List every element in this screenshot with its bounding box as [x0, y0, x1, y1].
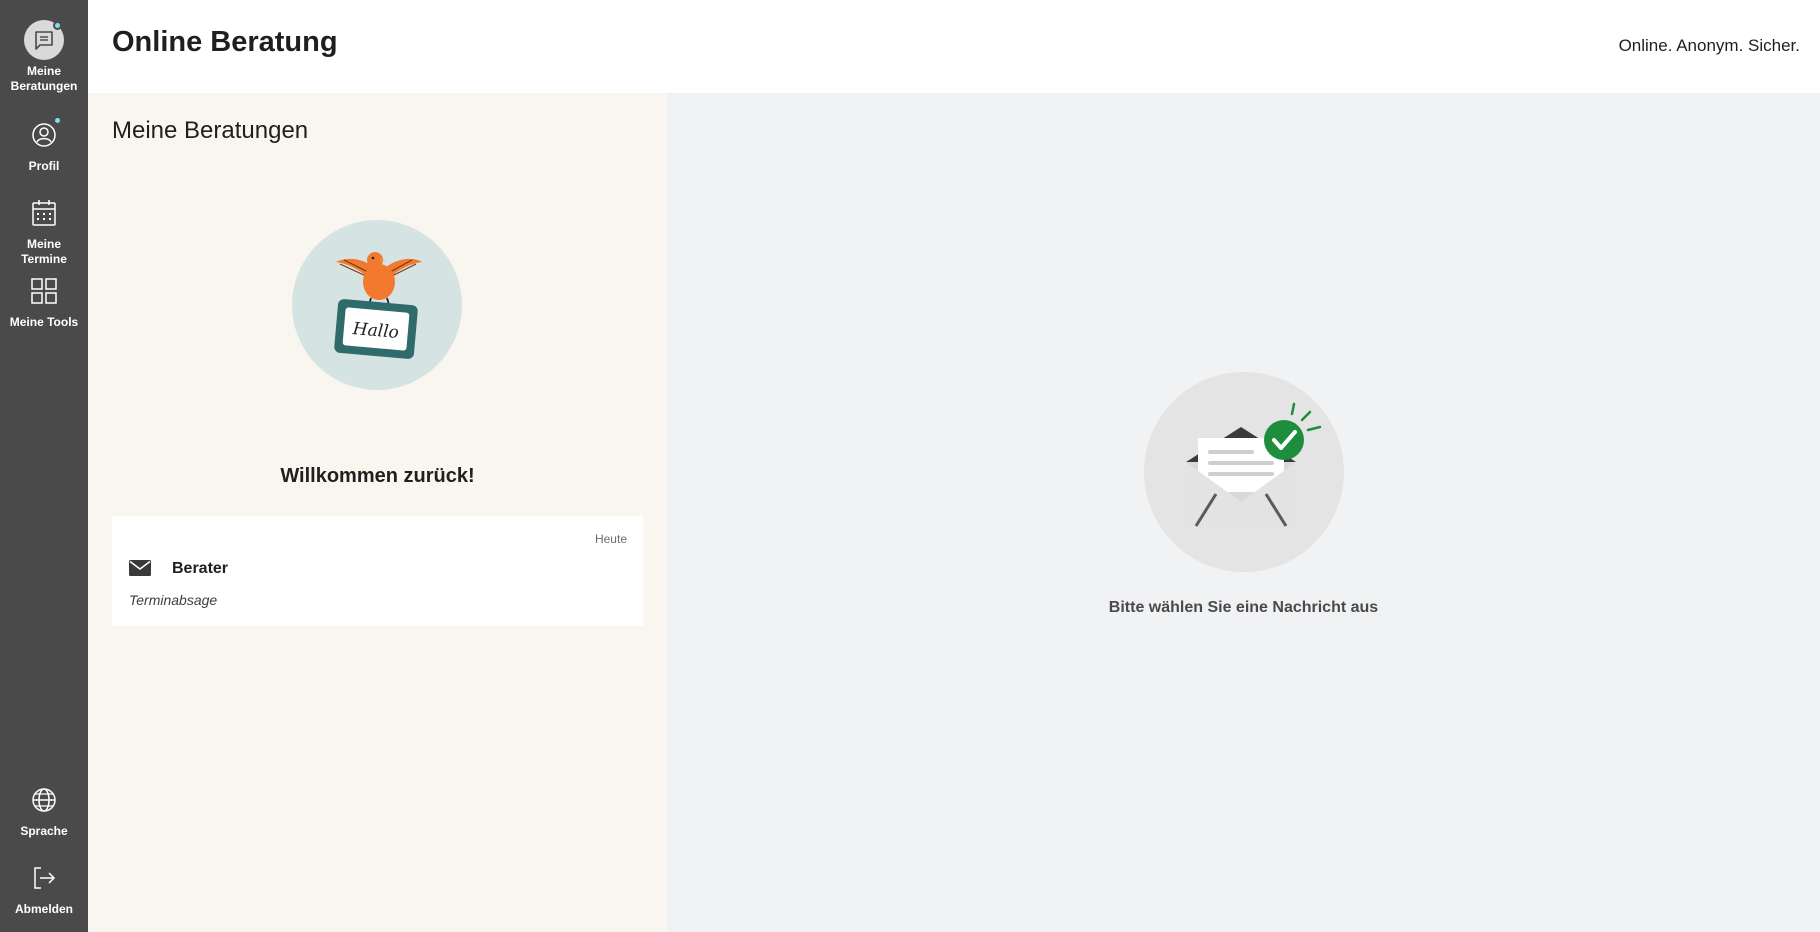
message-detail-panel: Bitte wählen Sie eine Nachricht aus	[667, 93, 1820, 932]
header: Online Beratung Online. Anonym. Sicher.	[88, 0, 1820, 93]
sidebar-item-label: Meine Termine	[21, 237, 67, 266]
sidebar-item-label: Meine Beratungen	[10, 64, 78, 93]
welcome-illustration: Hallo	[292, 220, 462, 390]
sidebar-item-profil[interactable]: Profil	[0, 115, 88, 174]
welcome-sign-text: Hallo	[351, 319, 400, 343]
session-sender: Berater	[172, 560, 229, 577]
envelope-icon	[129, 560, 151, 576]
sidebar-item-meine-tools[interactable]: Meine Tools	[0, 271, 88, 330]
sidebar: Meine Beratungen Profil Meine Termine Me…	[0, 0, 88, 932]
calendar-icon	[24, 193, 64, 233]
empty-state-illustration	[1144, 372, 1344, 572]
grid-icon	[24, 271, 64, 311]
session-date: Heute	[594, 532, 627, 546]
sidebar-item-label: Abmelden	[14, 902, 73, 916]
session-list-item[interactable]: Heute Berater Terminabsage	[112, 516, 643, 626]
sidebar-item-sprache[interactable]: Sprache	[0, 780, 88, 839]
page-title: Meine Beratungen	[112, 117, 309, 144]
header-claim: Online. Anonym. Sicher.	[1618, 36, 1800, 55]
sidebar-item-abmelden[interactable]: Abmelden	[0, 858, 88, 917]
logout-icon	[24, 858, 64, 898]
app-title: Online Beratung	[112, 26, 338, 58]
sidebar-item-meine-termine[interactable]: Meine Termine	[0, 193, 88, 267]
sidebar-item-label: Sprache	[20, 824, 68, 838]
sidebar-item-label: Profil	[28, 159, 60, 173]
user-circle-icon	[24, 115, 64, 155]
chat-icon	[24, 20, 64, 60]
welcome-heading: Willkommen zurück!	[280, 465, 475, 487]
notification-dot	[53, 21, 62, 30]
sidebar-item-meine-beratungen[interactable]: Meine Beratungen	[0, 20, 88, 94]
globe-icon	[24, 780, 64, 820]
sidebar-item-label: Meine Tools	[9, 315, 79, 329]
empty-state-text: Bitte wählen Sie eine Nachricht aus	[1108, 599, 1379, 616]
session-subject: Terminabsage	[129, 592, 218, 608]
notification-dot	[53, 116, 62, 125]
session-list-panel: Meine Beratungen Hallo Willkommen zurück…	[88, 93, 667, 932]
